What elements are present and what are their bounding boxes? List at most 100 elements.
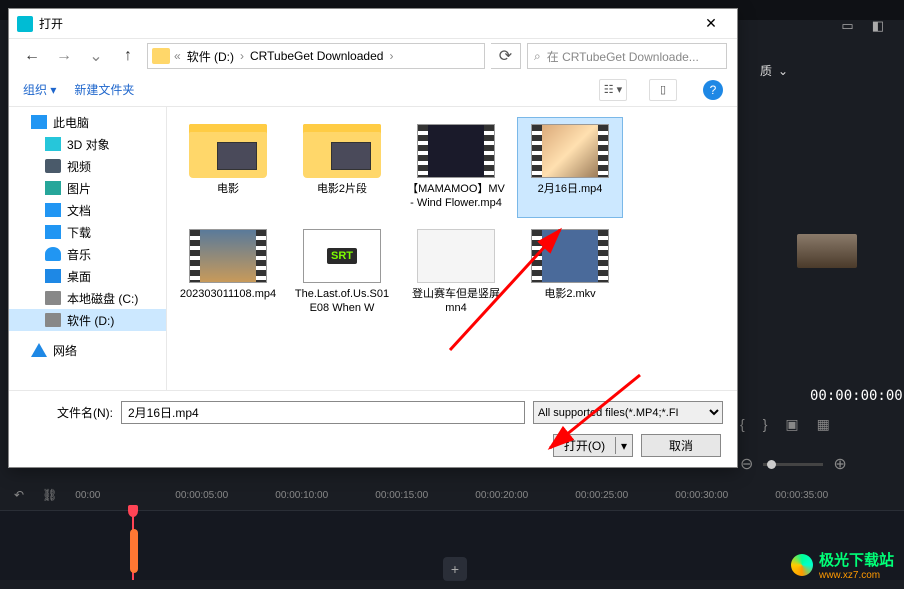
file-item-mama[interactable]: 【MAMAMOO】MV- Wind Flower.mp4 (403, 117, 509, 218)
breadcrumb[interactable]: « 软件 (D:) › CRTubeGet Downloaded › (147, 43, 485, 69)
layout-icon[interactable]: ▭ (841, 18, 853, 34)
cube-icon (45, 137, 61, 151)
tick: 00:00:25:00 (575, 490, 675, 501)
file-thumb (531, 124, 609, 178)
file-thumb (189, 229, 267, 283)
document-icon (45, 203, 61, 217)
network-icon (31, 343, 47, 357)
file-name: The.Last.of.Us.S01E08 When W (292, 287, 392, 316)
sidebar-item-pc[interactable]: 此电脑 (9, 111, 166, 133)
view-mode-button[interactable]: ☷ ▾ (599, 79, 627, 101)
chevron-down-icon: ⌄ (778, 64, 788, 78)
sidebar-item-network[interactable]: 网络 (9, 339, 166, 361)
close-button[interactable]: ✕ (693, 15, 729, 32)
camera-icon[interactable]: ▦ (817, 416, 830, 433)
cancel-button[interactable]: 取消 (641, 434, 721, 457)
tick: 00:00 (75, 490, 175, 501)
file-name: 电影2片段 (317, 182, 367, 196)
sidebar-item-video[interactable]: 视频 (9, 155, 166, 177)
folder-icon (189, 124, 267, 178)
file-item-mov2mkv[interactable]: 电影2.mkv (517, 222, 623, 323)
sidebar-item-3d[interactable]: 3D 对象 (9, 133, 166, 155)
tick: 00:00:15:00 (375, 490, 475, 501)
address-bar: ← → ⌄ ↑ « 软件 (D:) › CRTubeGet Downloaded… (9, 39, 737, 73)
chevron-down-icon[interactable]: ▾ (616, 439, 632, 453)
bracket-open-icon[interactable]: { (740, 416, 745, 432)
file-thumb: SRT (303, 229, 381, 283)
breadcrumb-folder[interactable]: CRTubeGet Downloaded (246, 49, 387, 63)
music-icon (45, 247, 61, 261)
file-item-lastofus[interactable]: SRT The.Last.of.Us.S01E08 When W (289, 222, 395, 323)
file-name: 登山赛车但是竖屏 mn4 (406, 287, 506, 316)
zoom-slider-track[interactable] (763, 463, 823, 466)
watermark: 极光下载站 www.xz7.com (791, 549, 894, 581)
file-item-climb[interactable]: 登山赛车但是竖屏 mn4 (403, 222, 509, 323)
dialog-body: 此电脑 3D 对象 视频 图片 文档 下载 音乐 桌面 本地磁盘 (C:) 软件… (9, 107, 737, 390)
sidebar-item-docs[interactable]: 文档 (9, 199, 166, 221)
timeline-clip[interactable] (130, 529, 138, 573)
folder-icon (303, 124, 381, 178)
tick: 00:00:05:00 (175, 490, 275, 501)
new-folder-button[interactable]: 新建文件夹 (74, 81, 134, 98)
quality-selector[interactable]: 质 ⌄ (760, 62, 788, 79)
filetype-select[interactable]: All supported files(*.MP4;*.FI (533, 401, 723, 424)
file-item-longnum[interactable]: 202303011108.mp4 (175, 222, 281, 323)
tick: 00:00:30:00 (675, 490, 775, 501)
nav-forward-button[interactable]: → (51, 44, 77, 68)
search-icon: ⌕ (534, 49, 541, 64)
preview-pane-button[interactable]: ▯ (649, 79, 677, 101)
zoom-out-button[interactable]: ⊖ (740, 454, 753, 474)
download-icon (45, 225, 61, 239)
file-name: 2月16日.mp4 (538, 182, 603, 196)
tick: 00:00:10:00 (275, 490, 375, 501)
tick: 00:00:20:00 (475, 490, 575, 501)
dialog-footer: 文件名(N): All supported files(*.MP4;*.FI 打… (9, 390, 737, 467)
bracket-close-icon[interactable]: } (763, 416, 768, 432)
dialog-toolbar: 组织 ▾ 新建文件夹 ☷ ▾ ▯ ? (9, 73, 737, 107)
chevron-right-icon: › (238, 49, 246, 63)
zoom-in-button[interactable]: ⊕ (833, 454, 846, 474)
sidebar-item-desktop[interactable]: 桌面 (9, 265, 166, 287)
link-icon[interactable]: ⛓ (42, 488, 57, 502)
file-list[interactable]: 电影电影2片段 【MAMAMOO】MV- Wind Flower.mp4 2月16日… (167, 107, 737, 390)
undo-icon[interactable]: ↶ (14, 488, 24, 502)
add-track-button[interactable]: + (443, 557, 467, 581)
file-thumb (417, 124, 495, 178)
nav-back-button[interactable]: ← (19, 44, 45, 68)
nav-up-button[interactable]: ↑ (115, 44, 141, 68)
file-item-movie2[interactable]: 电影2片段 (289, 117, 395, 218)
refresh-button[interactable]: ⟳ (491, 43, 521, 69)
sidebar-item-ddrive[interactable]: 软件 (D:) (9, 309, 166, 331)
file-item-movie1[interactable]: 电影 (175, 117, 281, 218)
folder-icon (152, 48, 170, 64)
desktop-icon (45, 269, 61, 283)
screenshot-icon[interactable]: ▣ (785, 416, 798, 433)
video-icon (45, 159, 61, 173)
sidebar-item-pictures[interactable]: 图片 (9, 177, 166, 199)
sidebar-item-downloads[interactable]: 下载 (9, 221, 166, 243)
dialog-title: 打开 (39, 15, 693, 32)
file-thumb (417, 229, 495, 283)
file-thumb (531, 229, 609, 283)
watermark-url: www.xz7.com (819, 570, 894, 581)
breadcrumb-overflow[interactable]: « (172, 49, 183, 63)
breadcrumb-drive[interactable]: 软件 (D:) (183, 48, 238, 65)
file-name: 【MAMAMOO】MV- Wind Flower.mp4 (406, 182, 506, 211)
zoom-control: ⊖ ⊕ (740, 454, 847, 474)
zoom-slider-knob[interactable] (767, 460, 776, 469)
panel-icon[interactable]: ◧ (872, 18, 884, 34)
timecode-display: 00:00:00:00 (810, 388, 903, 404)
sidebar-item-cdrive[interactable]: 本地磁盘 (C:) (9, 287, 166, 309)
drive-icon (45, 313, 61, 327)
preview-thumb[interactable] (797, 234, 857, 268)
sidebar-item-music[interactable]: 音乐 (9, 243, 166, 265)
chevron-down-icon[interactable]: ⌄ (83, 44, 109, 68)
search-input[interactable]: ⌕ 在 CRTubeGet Downloade... (527, 43, 727, 69)
pc-icon (31, 115, 47, 129)
organize-menu[interactable]: 组织 ▾ (23, 81, 56, 98)
file-item-feb16[interactable]: 2月16日.mp4 (517, 117, 623, 218)
filename-input[interactable] (121, 401, 525, 424)
help-button[interactable]: ? (703, 80, 723, 100)
open-button[interactable]: 打开(O) ▾ (553, 434, 633, 457)
editor-top-icons: ▭ ◧ (841, 18, 884, 34)
